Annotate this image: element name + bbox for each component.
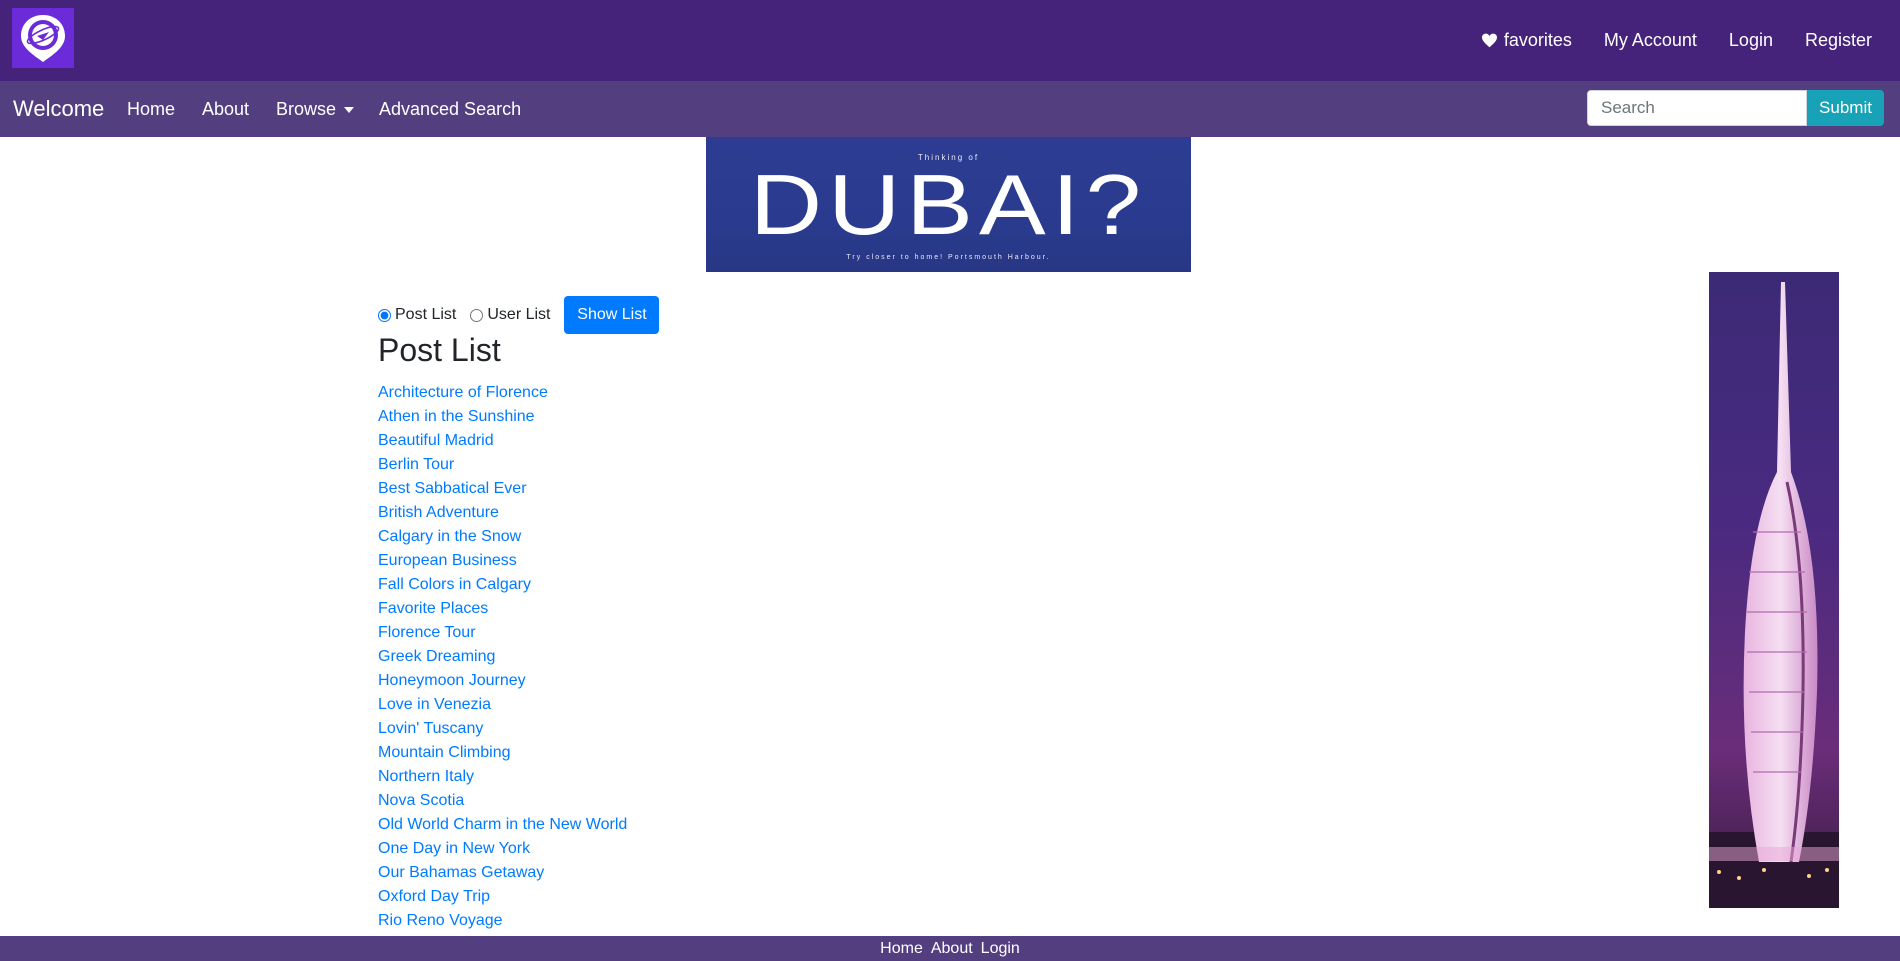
list-item: Love in Venezia (378, 693, 627, 717)
ad-bottom-line: Try closer to home! Portsmouth Harbour. (846, 254, 1051, 261)
list-item: Lovin' Tuscany (378, 717, 627, 741)
post-link[interactable]: British Adventure (378, 504, 499, 521)
list-item: Favorite Places (378, 597, 627, 621)
ad-image-spinnaker-tower[interactable] (1709, 272, 1839, 908)
list-item: Berlin Tour (378, 453, 627, 477)
post-link[interactable]: Beautiful Madrid (378, 432, 494, 449)
globe-pin-icon (21, 15, 65, 62)
post-link[interactable]: Nova Scotia (378, 792, 464, 809)
list-item: Fall Colors in Calgary (378, 573, 627, 597)
footer: Home About Login (0, 936, 1900, 961)
site-logo[interactable] (12, 8, 74, 68)
list-item: Rio Reno Voyage (378, 909, 627, 933)
post-link[interactable]: Oxford Day Trip (378, 888, 490, 905)
list-item: Architecture of Florence (378, 381, 627, 405)
list-item: Northern Italy (378, 765, 627, 789)
post-list-radio[interactable] (378, 308, 391, 322)
post-list-option-label: Post List (395, 306, 457, 323)
list-item: European Business (378, 549, 627, 573)
post-link[interactable]: Lovin' Tuscany (378, 720, 483, 737)
account-links: favorites My Account Login Register (1481, 0, 1900, 81)
list-item: Athen in the Sunshine (378, 405, 627, 429)
footer-home-link[interactable]: Home (880, 940, 923, 958)
post-link[interactable]: Old World Charm in the New World (378, 816, 627, 833)
list-item: Greek Dreaming (378, 645, 627, 669)
list-item: Beautiful Madrid (378, 429, 627, 453)
list-item: One Day in New York (378, 837, 627, 861)
footer-about-link[interactable]: About (931, 940, 973, 958)
search-submit-button[interactable]: Submit (1807, 90, 1884, 126)
heart-icon (1481, 33, 1497, 48)
post-link[interactable]: Favorite Places (378, 600, 488, 617)
post-list: Architecture of Florence Athen in the Su… (378, 381, 627, 933)
list-item: Nova Scotia (378, 789, 627, 813)
nav-browse-label: Browse (276, 99, 337, 119)
chevron-down-icon (344, 107, 355, 114)
user-list-option-label: User List (487, 306, 551, 323)
search-input[interactable] (1587, 90, 1807, 126)
post-list-option[interactable]: Post List (378, 306, 456, 324)
nav-advanced-search[interactable]: Advanced Search (379, 99, 521, 120)
post-link[interactable]: Fall Colors in Calgary (378, 576, 531, 593)
post-link[interactable]: Calgary in the Snow (378, 528, 521, 545)
post-link[interactable]: Honeymoon Journey (378, 672, 526, 689)
my-account-link[interactable]: My Account (1604, 30, 1697, 51)
footer-login-link[interactable]: Login (981, 940, 1020, 958)
user-list-radio[interactable] (470, 308, 484, 322)
list-type-controls: Post List User List Show List (378, 296, 660, 334)
list-item: Best Sabbatical Ever (378, 477, 627, 501)
post-link[interactable]: Love in Venezia (378, 696, 491, 713)
nav-about[interactable]: About (202, 99, 249, 120)
nav-home[interactable]: Home (127, 99, 175, 120)
nav-browse-dropdown[interactable]: Browse (276, 99, 355, 120)
post-link[interactable]: Greek Dreaming (378, 648, 495, 665)
list-item: Mountain Climbing (378, 741, 627, 765)
favorites-link[interactable]: favorites (1481, 30, 1572, 51)
post-link[interactable]: Athen in the Sunshine (378, 408, 535, 425)
post-link[interactable]: Architecture of Florence (378, 384, 548, 401)
ad-banner-dubai[interactable]: Thinking of DUBAI? Try closer to home! P… (706, 137, 1191, 272)
spinnaker-tower-illustration (1709, 282, 1839, 908)
show-list-button[interactable]: Show List (564, 296, 660, 334)
post-list-heading: Post List (378, 332, 501, 368)
post-link[interactable]: European Business (378, 552, 517, 569)
post-link[interactable]: Best Sabbatical Ever (378, 480, 527, 497)
list-item: Florence Tour (378, 621, 627, 645)
register-link[interactable]: Register (1805, 30, 1872, 51)
post-link[interactable]: Our Bahamas Getaway (378, 864, 544, 881)
list-item: Our Bahamas Getaway (378, 861, 627, 885)
list-item: Honeymoon Journey (378, 669, 627, 693)
post-link[interactable]: Berlin Tour (378, 456, 454, 473)
navbar-brand[interactable]: Welcome (13, 96, 104, 122)
post-link[interactable]: Mountain Climbing (378, 744, 511, 761)
list-item: Old World Charm in the New World (378, 813, 627, 837)
post-link[interactable]: One Day in New York (378, 840, 530, 857)
user-list-option[interactable]: User List (470, 306, 550, 324)
post-link[interactable]: Florence Tour (378, 624, 476, 641)
list-item: British Adventure (378, 501, 627, 525)
post-link[interactable]: Northern Italy (378, 768, 474, 785)
list-item: Oxford Day Trip (378, 885, 627, 909)
list-item: Calgary in the Snow (378, 525, 627, 549)
top-header: favorites My Account Login Register (0, 0, 1900, 81)
login-link[interactable]: Login (1729, 30, 1773, 51)
favorites-label: favorites (1503, 30, 1572, 50)
post-link[interactable]: Rio Reno Voyage (378, 912, 503, 929)
ad-headline: DUBAI? (749, 157, 1148, 253)
